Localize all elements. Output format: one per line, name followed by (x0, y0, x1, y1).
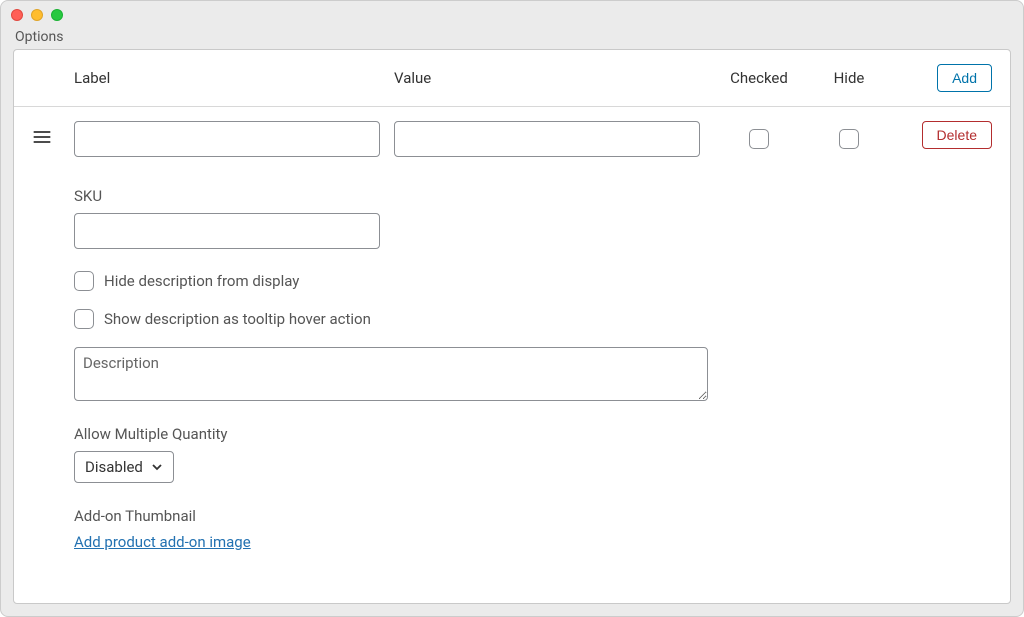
thumbnail-label: Add-on Thumbnail (74, 507, 992, 525)
tooltip-description-checkbox[interactable] (74, 309, 94, 329)
add-thumbnail-link[interactable]: Add product add-on image (74, 533, 251, 551)
hide-description-checkbox[interactable] (74, 271, 94, 291)
close-window-button[interactable] (11, 9, 23, 21)
header-hide: Hide (804, 69, 894, 87)
drag-handle[interactable] (32, 121, 74, 145)
header-checked: Checked (714, 69, 804, 87)
hide-description-row: Hide description from display (74, 271, 992, 291)
multi-qty-label: Allow Multiple Quantity (74, 425, 992, 443)
option-hide-checkbox[interactable] (839, 129, 859, 149)
option-row: Delete (14, 107, 1010, 177)
minimize-window-button[interactable] (31, 9, 43, 21)
tooltip-description-label: Show description as tooltip hover action (104, 310, 371, 328)
section-title: Options (13, 29, 1011, 45)
header-label: Label (74, 69, 394, 87)
add-button[interactable]: Add (937, 64, 992, 92)
hide-description-label: Hide description from display (104, 272, 299, 290)
options-panel: Label Value Checked Hide Add (13, 49, 1011, 604)
multi-qty-value: Disabled (85, 458, 143, 476)
chevron-down-icon (151, 461, 163, 473)
option-checked-checkbox[interactable] (749, 129, 769, 149)
option-value-input[interactable] (394, 121, 700, 157)
description-textarea[interactable] (74, 347, 708, 401)
hamburger-icon (32, 129, 52, 145)
sku-input[interactable] (74, 213, 380, 249)
titlebar (1, 1, 1023, 29)
table-header: Label Value Checked Hide Add (14, 50, 1010, 107)
app-window: Options Label Value Checked Hide Add (0, 0, 1024, 617)
content-area: Options Label Value Checked Hide Add (1, 29, 1023, 616)
header-value: Value (394, 69, 714, 87)
multi-qty-select[interactable]: Disabled (74, 451, 174, 483)
sku-label: SKU (74, 187, 992, 205)
option-label-input[interactable] (74, 121, 380, 157)
maximize-window-button[interactable] (51, 9, 63, 21)
option-details: SKU Hide description from display Show d… (14, 177, 1010, 571)
delete-button[interactable]: Delete (922, 121, 992, 149)
tooltip-description-row: Show description as tooltip hover action (74, 309, 992, 329)
